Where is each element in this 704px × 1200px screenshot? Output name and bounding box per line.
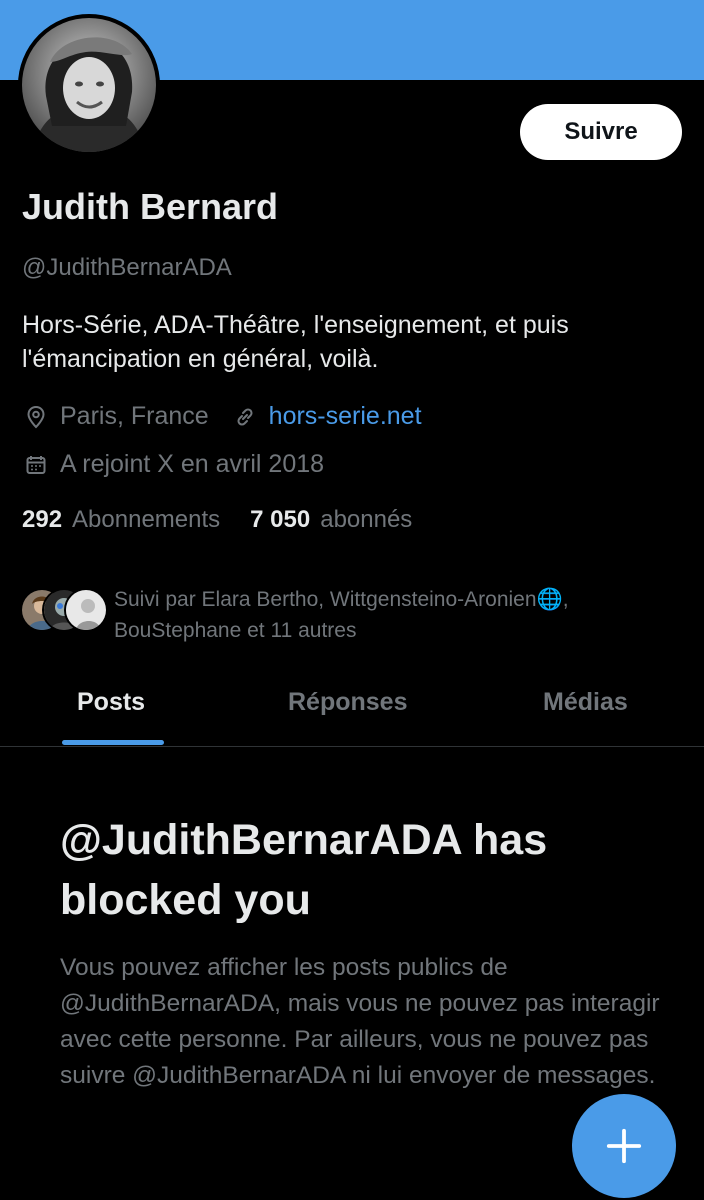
profile-joined-date: A rejoint X en avril 2018 bbox=[60, 450, 325, 478]
active-tab-indicator bbox=[62, 740, 164, 745]
link-icon bbox=[231, 403, 259, 431]
followers-count: 7 050 bbox=[250, 506, 311, 533]
following-label: Abonnements bbox=[72, 506, 221, 533]
avatar[interactable] bbox=[18, 14, 160, 156]
compose-button[interactable] bbox=[572, 1094, 676, 1198]
tab-replies[interactable]: Réponses bbox=[288, 688, 407, 717]
profile-name: Judith Bernard bbox=[22, 186, 279, 227]
avatar-photo bbox=[22, 18, 156, 152]
following-count: 292 bbox=[22, 506, 63, 533]
profile-bio: Hors-Série, ADA-Théâtre, l'enseignement,… bbox=[22, 311, 569, 373]
tab-posts[interactable]: Posts bbox=[77, 688, 145, 717]
plus-icon bbox=[606, 1128, 642, 1164]
tab-media[interactable]: Médias bbox=[543, 688, 628, 717]
followed-by-text: Suivi par Elara Bertho, Wittgensteino-Ar… bbox=[114, 588, 569, 642]
follow-button[interactable]: Suivre bbox=[520, 104, 682, 160]
following-stat[interactable]: 292 Abonnements bbox=[22, 506, 220, 534]
profile-meta-location-link: Paris, France hors-serie.net bbox=[22, 402, 422, 431]
calendar-icon bbox=[22, 451, 50, 479]
follower-avatar bbox=[64, 588, 108, 632]
profile-tabs: Posts Réponses Médias bbox=[0, 672, 704, 747]
profile-website-link[interactable]: hors-serie.net bbox=[269, 402, 422, 431]
profile-location: Paris, France bbox=[60, 402, 209, 430]
followers-label: abonnés bbox=[320, 506, 413, 533]
blocked-title: @JudithBernarADA has blocked you bbox=[60, 816, 548, 924]
followed-by-avatars bbox=[20, 588, 110, 632]
followed-by-row[interactable]: Suivi par Elara Bertho, Wittgensteino-Ar… bbox=[20, 584, 680, 644]
blocked-description: Vous pouvez afficher les posts publics d… bbox=[60, 954, 660, 1089]
profile-handle: @JudithBernarADA bbox=[22, 254, 232, 281]
followers-stat[interactable]: 7 050 abonnés bbox=[250, 506, 412, 534]
profile-meta-joined: A rejoint X en avril 2018 bbox=[22, 450, 324, 479]
profile-stats: 292 Abonnements 7 050 abonnés bbox=[22, 506, 412, 534]
location-pin-icon bbox=[22, 403, 50, 431]
